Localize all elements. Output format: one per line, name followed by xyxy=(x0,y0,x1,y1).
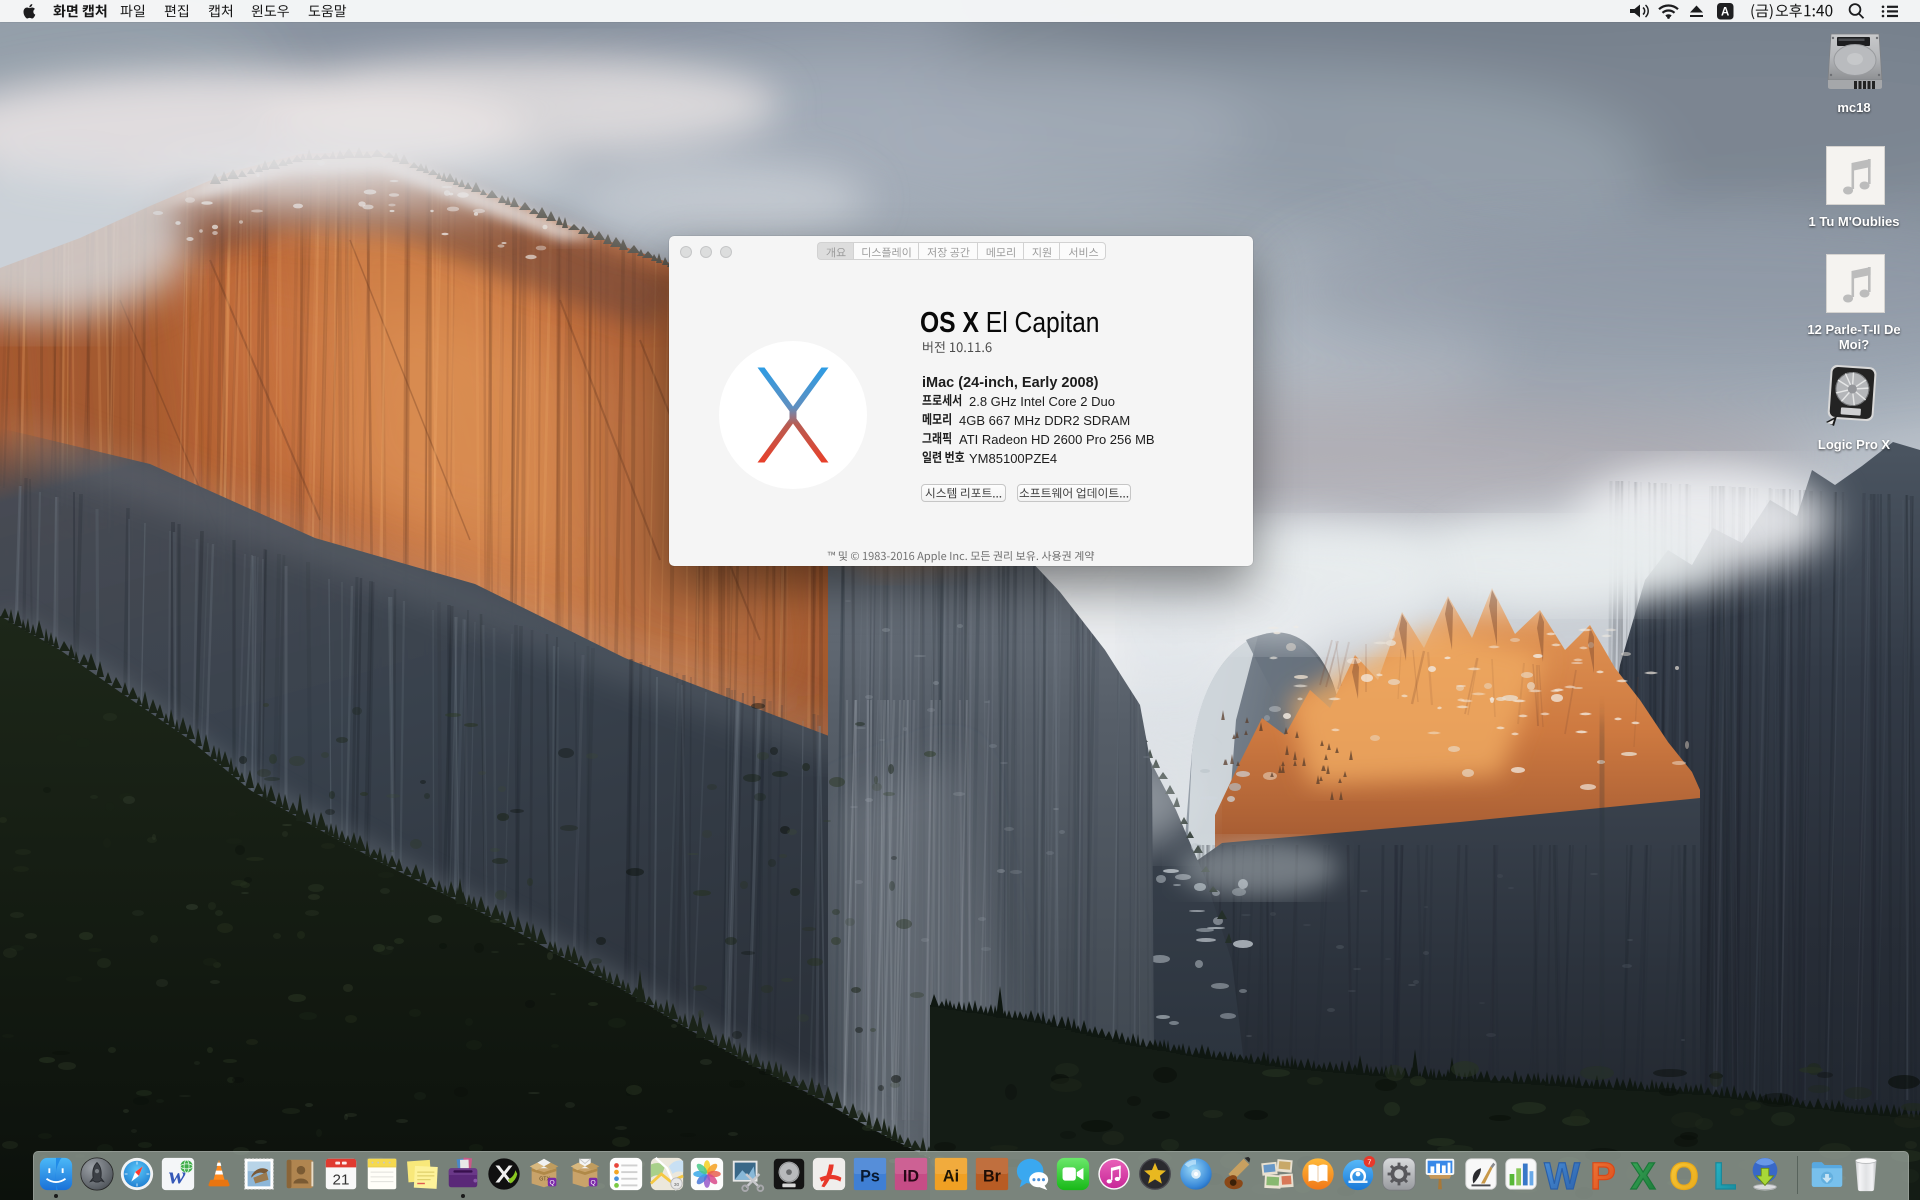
svg-text:30: 30 xyxy=(674,1182,680,1188)
svg-text:21: 21 xyxy=(333,1171,350,1188)
svg-text:Ai: Ai xyxy=(943,1168,959,1186)
svg-text:L: L xyxy=(1713,1156,1736,1193)
svg-text:Q: Q xyxy=(549,1179,554,1186)
svg-text:ID: ID xyxy=(903,1168,919,1186)
svg-text:P: P xyxy=(1590,1156,1615,1193)
svg-text:X: X xyxy=(1630,1156,1656,1193)
svg-text:Q: Q xyxy=(590,1179,595,1186)
svg-text:O: O xyxy=(1669,1156,1699,1193)
svg-text:Br: Br xyxy=(983,1168,1002,1186)
svg-text:7: 7 xyxy=(1367,1157,1371,1166)
svg-text:Ps: Ps xyxy=(860,1168,880,1186)
svg-text:W: W xyxy=(1544,1156,1580,1193)
